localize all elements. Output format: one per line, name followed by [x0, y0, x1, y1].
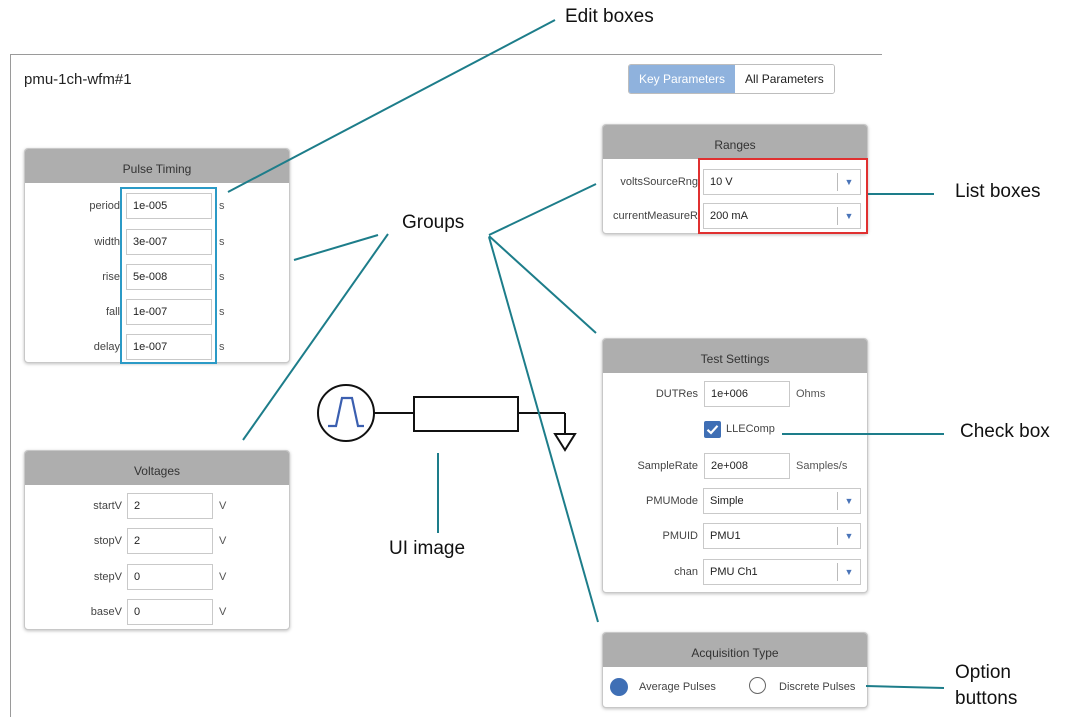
groups-pointer-test-settings [488, 235, 597, 334]
option-buttons-callout-line1: Option [955, 662, 1011, 683]
callout-lines [227, 19, 945, 689]
option-buttons-callout-line2: buttons [955, 688, 1018, 709]
groups-pointer-ranges [488, 183, 597, 236]
groups-pointer-pulse-timing [293, 234, 379, 261]
groups-pointer-voltages [242, 233, 389, 441]
groups-callout: Groups [402, 212, 465, 233]
edit-boxes-callout: Edit boxes [565, 6, 654, 27]
list-boxes-callout: List boxes [955, 181, 1041, 202]
ui-image-callout: UI image [389, 538, 466, 559]
edit-boxes-pointer [227, 19, 556, 193]
check-box-callout: Check box [960, 421, 1050, 442]
groups-pointer-acquisition [488, 236, 599, 623]
option-buttons-pointer [865, 685, 945, 689]
